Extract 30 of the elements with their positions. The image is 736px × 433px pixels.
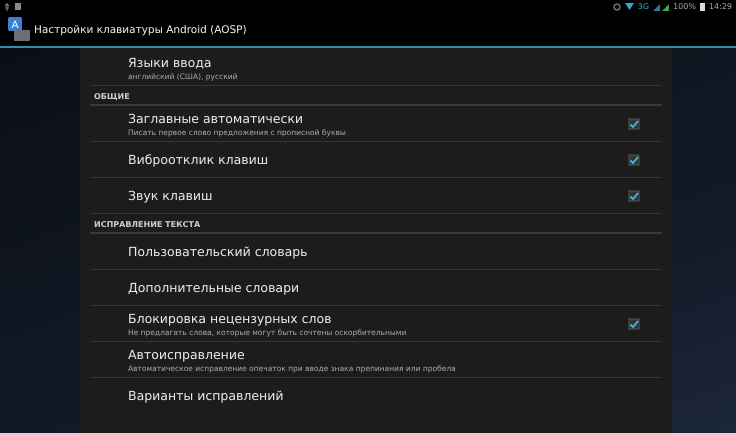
item-title: Виброотклик клавиш bbox=[128, 152, 270, 167]
settings-item[interactable]: Звук клавиш bbox=[90, 178, 662, 214]
settings-item[interactable]: Пользовательский словарь bbox=[90, 234, 662, 270]
signal-icon bbox=[653, 2, 670, 10]
section-header: ОБЩИЕ bbox=[90, 86, 662, 106]
item-title: Языки ввода bbox=[128, 54, 213, 70]
item-title: Блокировка нецензурных слов bbox=[128, 310, 333, 326]
item-title: Звук клавиш bbox=[128, 188, 214, 203]
item-title: Заглавные автоматически bbox=[128, 110, 304, 126]
battery-level: 100% bbox=[673, 2, 696, 11]
item-title: Автоисправление bbox=[128, 346, 246, 362]
item-title: Пользовательский словарь bbox=[128, 244, 309, 259]
notification-icon bbox=[15, 3, 21, 10]
settings-item[interactable]: Виброотклик клавиш bbox=[90, 142, 662, 178]
section-header: ИСПРАВЛЕНИЕ ТЕКСТА bbox=[90, 214, 662, 234]
checkbox[interactable] bbox=[628, 318, 640, 330]
item-title: Дополнительные словари bbox=[128, 280, 300, 295]
clock: 14:29 bbox=[708, 2, 732, 11]
item-title: Варианты исправлений bbox=[128, 388, 284, 403]
wifi-icon bbox=[624, 3, 634, 10]
usb-icon bbox=[4, 2, 10, 10]
checkbox[interactable] bbox=[628, 154, 640, 166]
alarm-icon bbox=[612, 2, 621, 10]
settings-item[interactable]: Дополнительные словари bbox=[90, 270, 662, 306]
battery-icon bbox=[700, 2, 705, 10]
network-type: 3G bbox=[638, 2, 650, 11]
screen-title: Настройки клавиатуры Android (AOSP) bbox=[34, 24, 247, 36]
settings-item[interactable]: Варианты исправлений bbox=[90, 378, 662, 413]
checkbox[interactable] bbox=[628, 118, 640, 130]
checkbox[interactable] bbox=[628, 190, 640, 202]
